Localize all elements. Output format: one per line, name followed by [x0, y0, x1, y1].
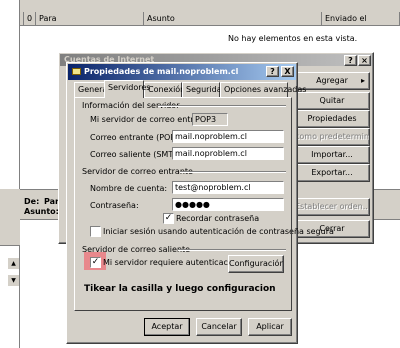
dialog-help-button[interactable]: ? — [266, 66, 279, 77]
mail-icon — [72, 68, 81, 75]
tab-general[interactable]: General — [74, 82, 110, 98]
config-button[interactable]: Configuración... — [228, 255, 284, 273]
ok-button[interactable]: Aceptar — [144, 318, 190, 336]
instruction-text: Tikear la casilla y luego configuracion — [84, 284, 276, 294]
accounts-help-button[interactable]: ? — [344, 55, 357, 66]
col-subject[interactable]: Asunto — [144, 12, 322, 26]
add-account-label: Agregar — [316, 76, 348, 85]
tab-security[interactable]: Seguridad — [182, 82, 227, 98]
auth-required-checkbox[interactable]: ✓ — [90, 257, 101, 268]
contacts-scroll-down[interactable]: ▼ — [8, 275, 19, 286]
contacts-scroll-up[interactable]: ▲ — [8, 258, 19, 269]
apply-button[interactable]: Aplicar — [248, 318, 292, 336]
cancel-button[interactable]: Cancelar — [196, 318, 242, 336]
preview-asunto-label: Asunto: — [24, 207, 59, 216]
export-button[interactable]: Exportar... — [294, 164, 370, 182]
col-attachment[interactable]: 0 — [24, 12, 36, 26]
tab-advanced[interactable]: Opciones avanzadas — [220, 82, 306, 98]
remove-account-button[interactable]: Quitar — [294, 92, 370, 110]
dialog-title: Propiedades de mail.noproblem.cl — [84, 67, 239, 76]
folder-pane[interactable] — [0, 0, 20, 189]
col-to[interactable]: Para — [36, 12, 144, 26]
auth-required-label[interactable]: Mi servidor requiere autenticación — [103, 257, 240, 268]
set-order-button[interactable]: Establecer orden... — [294, 198, 370, 216]
set-default-button[interactable]: como predeterminada — [294, 128, 370, 146]
empty-message: No hay elementos en esta vista. — [228, 34, 358, 43]
tab-servers[interactable]: Servidores — [104, 80, 150, 98]
col-sent[interactable]: Enviado el — [322, 12, 400, 26]
dialog-close-button[interactable]: X — [281, 66, 294, 77]
import-button[interactable]: Importar... — [294, 146, 370, 164]
dialog-titlebar[interactable]: Propiedades de mail.noproblem.cl — [68, 64, 296, 80]
add-account-arrow-icon: ▸ — [360, 76, 365, 85]
accounts-close-button[interactable]: × — [358, 55, 371, 66]
tab-panel — [74, 97, 292, 311]
properties-button[interactable]: Propiedades — [294, 110, 370, 128]
message-list-header: ! ! 0 Para Asunto Enviado el — [0, 12, 400, 26]
